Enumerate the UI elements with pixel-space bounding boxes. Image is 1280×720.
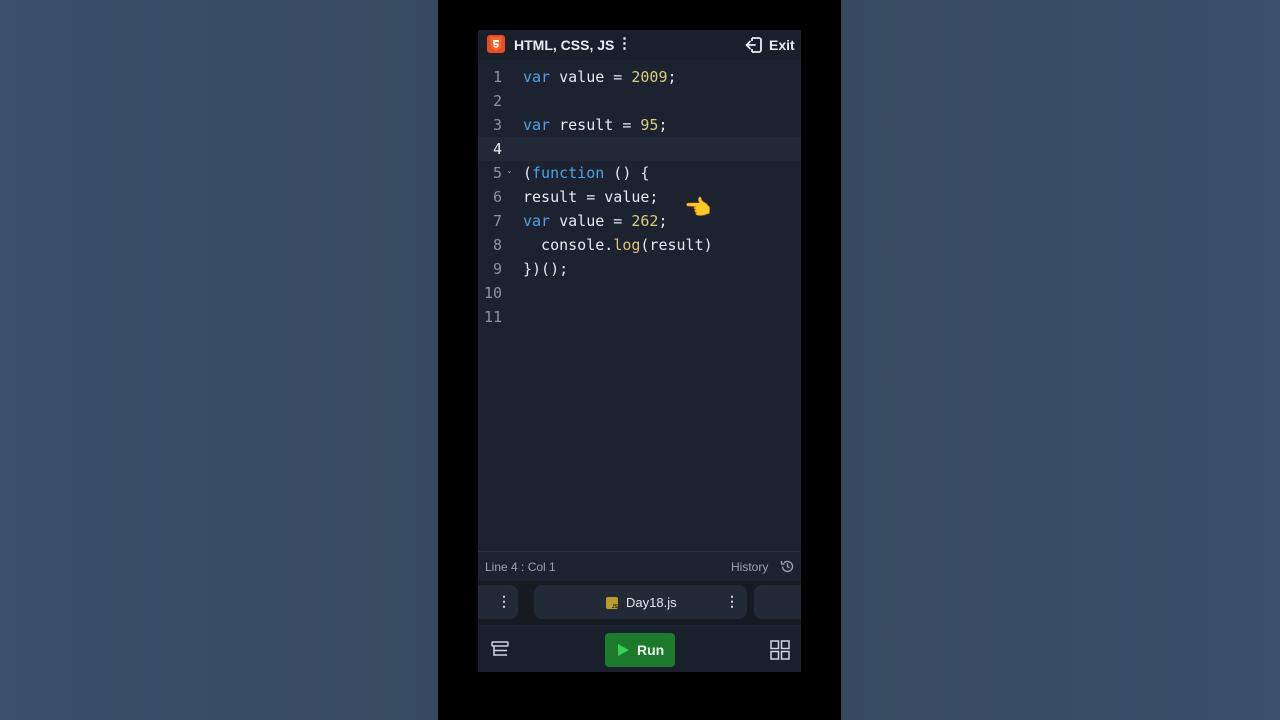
file-tree-icon[interactable] <box>490 639 510 659</box>
top-bar: HTML, CSS, JS ⋮ Exit <box>478 30 801 60</box>
code-text: var value = 2009; <box>523 68 677 86</box>
status-bar: Line 4 : Col 1 History <box>478 551 801 580</box>
code-line-10[interactable]: 10 <box>478 281 801 305</box>
line-number: 7 <box>492 212 502 230</box>
line-number: 2 <box>492 92 502 110</box>
exit-button[interactable]: Exit <box>745 35 797 55</box>
history-icon <box>780 560 794 573</box>
code-text: console.log(result) <box>523 236 713 254</box>
html5-icon <box>487 35 505 53</box>
cursor-position: Line 4 : Col 1 <box>485 560 556 574</box>
line-number: 3 <box>492 116 502 134</box>
code-line-2[interactable]: 2 <box>478 89 801 113</box>
app-title: HTML, CSS, JS <box>514 37 615 53</box>
code-text: result = value; <box>523 188 659 206</box>
file-tab-label: Day18.js <box>626 595 677 610</box>
history-label: History <box>731 560 769 574</box>
file-tab-next[interactable] <box>754 585 801 619</box>
code-line-1[interactable]: 1 var value = 2009; <box>478 65 801 89</box>
code-text: (function () { <box>523 164 650 182</box>
vertical-dots-icon[interactable]: ⋮ <box>497 593 511 610</box>
line-number: 10 <box>483 284 502 302</box>
line-number: 4 <box>492 140 502 158</box>
play-icon <box>618 644 629 656</box>
code-area[interactable]: 1 var value = 2009; 2 3 var result = 95;… <box>478 64 801 550</box>
file-tab-bar: ⋮ JS Day18.js ⋮ <box>478 581 801 625</box>
code-editor-app: HTML, CSS, JS ⋮ Exit 1 var value = 2009;… <box>478 30 801 672</box>
code-line-8[interactable]: 8 console.log(result) <box>478 233 801 257</box>
code-line-3[interactable]: 3 var result = 95; <box>478 113 801 137</box>
code-line-7[interactable]: 7 var value = 262; <box>478 209 801 233</box>
line-number: 6 <box>492 188 502 206</box>
bottom-toolbar: Run <box>478 627 801 672</box>
phone-frame: HTML, CSS, JS ⋮ Exit 1 var value = 2009;… <box>438 0 841 720</box>
code-text: var result = 95; <box>523 116 668 134</box>
code-line-5[interactable]: 5 ⌄ (function () { <box>478 161 801 185</box>
exit-icon <box>745 37 762 53</box>
code-text: })(); <box>523 260 569 278</box>
code-line-4-active[interactable]: 4 <box>478 137 801 161</box>
history-button[interactable]: History <box>731 558 797 576</box>
file-tab-previous[interactable]: ⋮ <box>478 585 518 619</box>
code-line-11[interactable]: 11 <box>478 305 801 329</box>
line-number: 9 <box>492 260 502 278</box>
background-left <box>0 0 438 720</box>
run-button[interactable]: Run <box>605 633 675 667</box>
line-number: 8 <box>492 236 502 254</box>
code-line-9[interactable]: 9 })(); <box>478 257 801 281</box>
background-right <box>841 0 1280 720</box>
js-file-icon: JS <box>606 597 618 610</box>
code-line-6[interactable]: 6 result = value; <box>478 185 801 209</box>
line-number: 11 <box>483 308 502 326</box>
line-number: 5 <box>492 164 502 182</box>
code-text: var value = 262; <box>523 212 668 230</box>
grid-layout-icon[interactable] <box>770 640 790 660</box>
vertical-dots-icon[interactable]: ⋮ <box>617 36 632 54</box>
exit-label: Exit <box>769 37 795 53</box>
run-label: Run <box>637 642 665 658</box>
vertical-dots-icon[interactable]: ⋮ <box>725 593 739 610</box>
fold-chevron-icon[interactable]: ⌄ <box>506 166 513 175</box>
line-number: 1 <box>492 68 502 86</box>
pointing-hand-icon: 👈 <box>684 195 712 220</box>
file-tab-active[interactable]: JS Day18.js ⋮ <box>534 585 747 619</box>
